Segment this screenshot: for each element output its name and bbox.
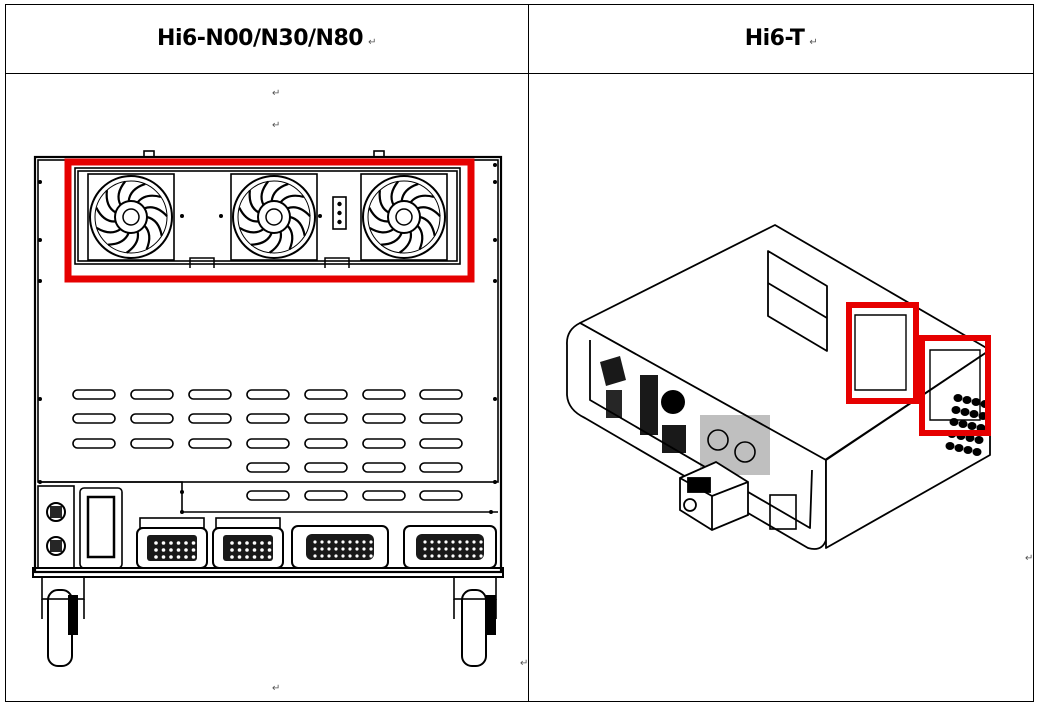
controller-isometric-drawing [566, 224, 991, 550]
